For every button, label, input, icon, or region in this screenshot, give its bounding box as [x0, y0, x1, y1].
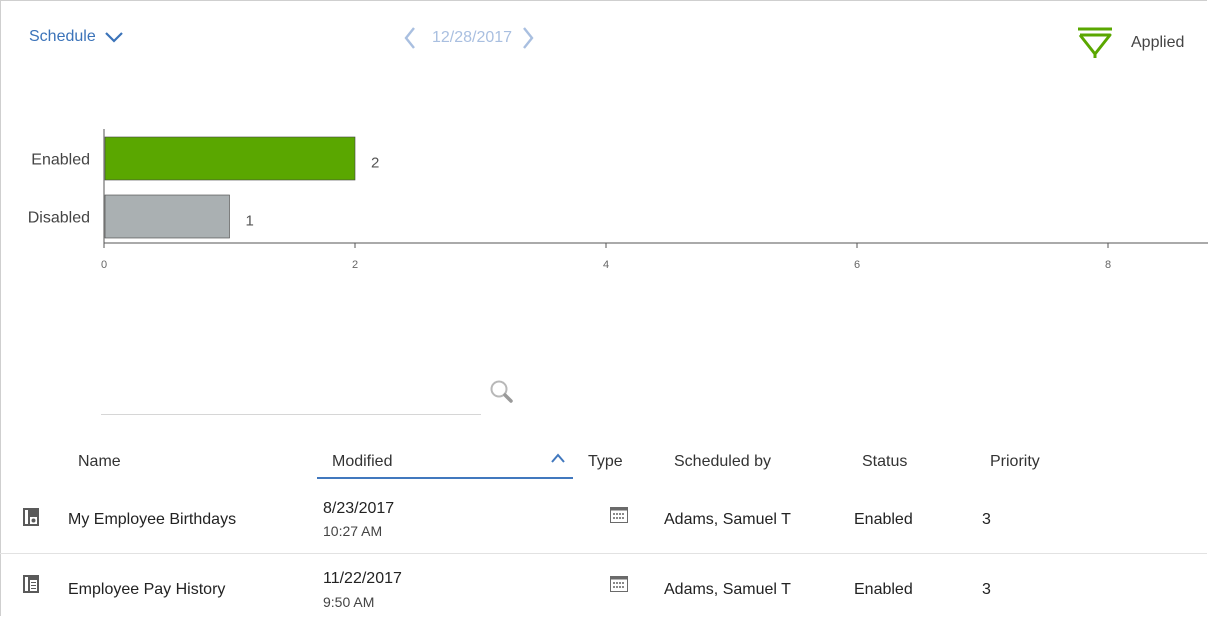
row-status: Enabled	[854, 511, 913, 528]
data-label: 1	[246, 213, 254, 230]
row-priority: 3	[982, 511, 991, 528]
category-label: Disabled	[28, 210, 90, 227]
calendar-icon	[610, 576, 628, 592]
search-button[interactable]	[489, 379, 517, 412]
status-bar-chart: Enabled 2 Disabled 1 0 2 4 6 8	[28, 129, 1208, 271]
column-header-scheduled-by[interactable]: Scheduled by	[674, 453, 771, 471]
previous-date-button[interactable]	[404, 26, 416, 50]
column-header-modified-label: Modified	[332, 453, 393, 470]
category-label: Enabled	[31, 152, 90, 169]
x-tick-label: 0	[101, 259, 107, 271]
row-status: Enabled	[854, 581, 913, 598]
current-date: 12/28/2017	[432, 29, 513, 46]
search-icon	[490, 380, 513, 403]
view-dropdown-label: Schedule	[29, 28, 96, 45]
x-tick-label: 4	[603, 259, 609, 271]
search-input[interactable]	[101, 378, 475, 410]
row-name[interactable]: My Employee Birthdays	[68, 511, 236, 529]
row-scheduled-by: Adams, Samuel T	[664, 581, 791, 598]
column-header-status-label: Status	[862, 453, 908, 470]
report-icon	[23, 575, 39, 593]
column-header-priority-label: Priority	[990, 453, 1040, 470]
column-header-modified[interactable]: Modified	[317, 442, 573, 479]
column-header-name[interactable]: Name	[78, 453, 121, 471]
chevron-left-icon	[404, 27, 415, 49]
row-scheduled-by: Adams, Samuel T	[664, 511, 791, 528]
column-header-status[interactable]: Status	[862, 453, 907, 471]
column-header-scheduled-by-label: Scheduled by	[674, 453, 771, 470]
chevron-down-icon	[104, 32, 123, 43]
report-view-icon	[23, 508, 39, 526]
column-header-name-label: Name	[78, 453, 121, 470]
x-tick-label: 2	[352, 259, 358, 271]
sort-ascending-icon	[551, 453, 565, 463]
data-label: 2	[371, 155, 379, 172]
row-priority: 3	[982, 581, 991, 598]
row-name[interactable]: Employee Pay History	[68, 581, 225, 599]
calendar-icon	[610, 507, 628, 523]
date-navigator: 12/28/2017	[404, 26, 534, 50]
column-header-priority[interactable]: Priority	[990, 453, 1040, 471]
row-modified-time: 10:27 AM	[323, 523, 383, 539]
x-tick-label: 8	[1105, 259, 1111, 271]
row-modified-date: 11/22/2017	[323, 570, 402, 587]
chevron-right-icon	[523, 27, 534, 49]
view-dropdown[interactable]: Schedule	[29, 28, 124, 46]
bar-enabled	[104, 136, 356, 181]
column-header-type-label: Type	[588, 453, 623, 470]
search-box	[101, 378, 481, 415]
filter-icon	[1078, 27, 1112, 58]
row-modified-time: 9:50 AM	[323, 594, 375, 610]
filter-status-label: Applied	[1131, 34, 1185, 51]
row-divider	[0, 553, 1207, 554]
column-header-type[interactable]: Type	[588, 453, 623, 471]
row-modified-date: 8/23/2017	[323, 500, 395, 517]
x-tick-label: 6	[854, 259, 860, 271]
filter-button[interactable]: Applied	[1077, 26, 1184, 60]
bar-disabled	[104, 194, 230, 239]
next-date-button[interactable]	[522, 26, 534, 50]
